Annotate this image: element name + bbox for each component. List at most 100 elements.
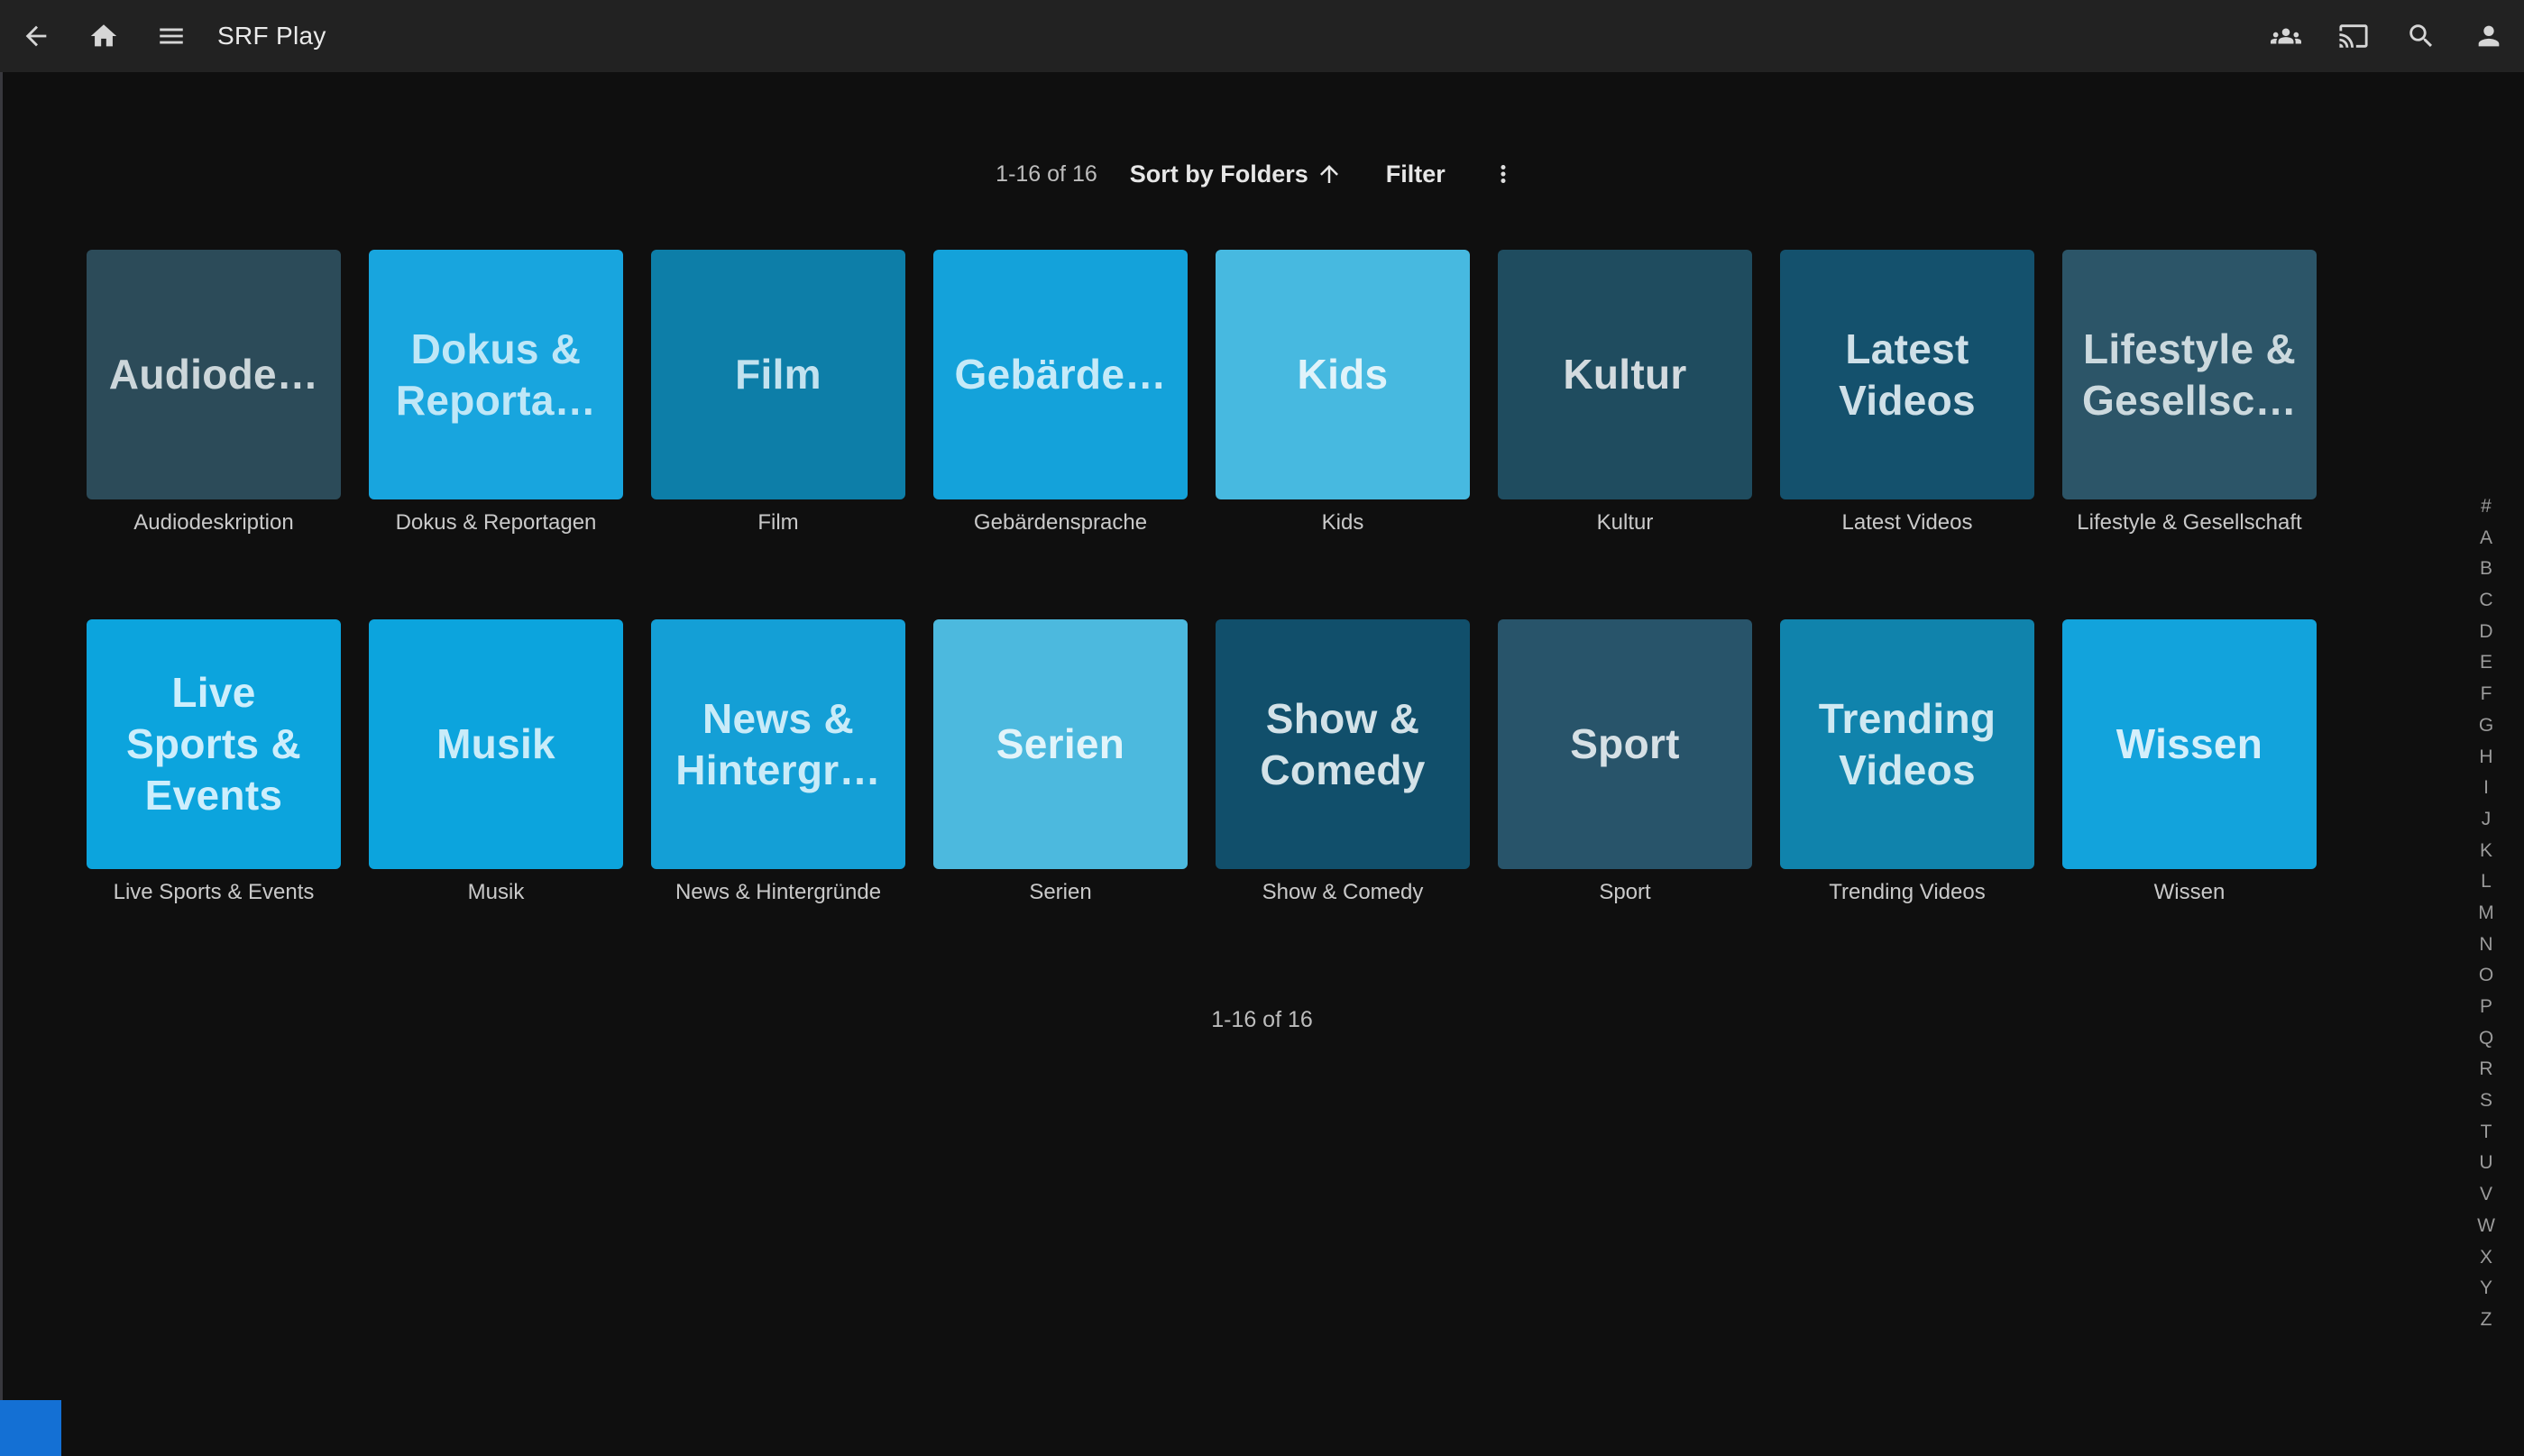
- library-card: SportSport: [1498, 619, 1752, 907]
- folder-card[interactable]: Audiode…: [87, 250, 341, 499]
- folder-card[interactable]: Trending Videos: [1780, 619, 2034, 869]
- alphabet-letter-V[interactable]: V: [2467, 1179, 2505, 1211]
- folder-card-text: Serien: [996, 719, 1124, 770]
- back-button[interactable]: [2, 0, 69, 72]
- folder-card-text: Musik: [436, 719, 555, 770]
- folder-card[interactable]: Show & Comedy: [1216, 619, 1470, 869]
- folder-card-label: Dokus & Reportagen: [369, 510, 623, 537]
- alphabet-letter-U[interactable]: U: [2467, 1148, 2505, 1179]
- paging-status: 1-16 of 16: [996, 161, 1097, 188]
- alphabet-letter-Y[interactable]: Y: [2467, 1273, 2505, 1305]
- library-card: Show & ComedyShow & Comedy: [1216, 619, 1470, 907]
- folder-card-text: Trending Videos: [1819, 693, 1996, 796]
- alphabet-letter-G[interactable]: G: [2467, 710, 2505, 742]
- menu-button[interactable]: [137, 0, 205, 72]
- folder-card-text: Film: [735, 349, 821, 400]
- folder-card[interactable]: Latest Videos: [1780, 250, 2034, 499]
- folder-card-text: Sport: [1570, 719, 1680, 770]
- alphabet-letter-hash[interactable]: #: [2467, 491, 2505, 523]
- folder-card-text: Dokus & Reporta…: [396, 324, 596, 426]
- alphabet-letter-T[interactable]: T: [2467, 1117, 2505, 1149]
- folder-card-text: Audiode…: [109, 349, 318, 400]
- folder-card-text: Lifestyle & Gesellsc…: [2082, 324, 2297, 426]
- folder-card[interactable]: Musik: [369, 619, 623, 869]
- folder-card-text: Kultur: [1563, 349, 1686, 400]
- alphabet-letter-H[interactable]: H: [2467, 742, 2505, 774]
- alphabet-letter-F[interactable]: F: [2467, 679, 2505, 710]
- library-card: Trending Videos Trending Videos: [1780, 619, 2034, 907]
- library-card: Audiode… Audiodeskription: [87, 250, 341, 537]
- folder-card[interactable]: Sport: [1498, 619, 1752, 869]
- folder-card-label: Trending Videos: [1780, 880, 2034, 907]
- cast-button[interactable]: [2319, 0, 2387, 72]
- filter-button[interactable]: Filter: [1375, 155, 1456, 194]
- folder-card-label: Musik: [369, 880, 623, 907]
- user-button[interactable]: [2455, 0, 2522, 72]
- alphabet-letter-B[interactable]: B: [2467, 554, 2505, 585]
- syncplay-button[interactable]: [2252, 0, 2319, 72]
- alphabet-letter-I[interactable]: I: [2467, 773, 2505, 804]
- menu-icon: [156, 21, 187, 51]
- library-card: Dokus & Reporta… Dokus & Reportagen: [369, 250, 623, 537]
- alphabet-letter-Q[interactable]: Q: [2467, 1023, 2505, 1055]
- alphabet-letter-E[interactable]: E: [2467, 647, 2505, 679]
- folder-card[interactable]: Lifestyle & Gesellsc…: [2062, 250, 2317, 499]
- sort-button-label: Sort by Folders: [1130, 160, 1308, 188]
- folder-card[interactable]: News & Hintergr…: [651, 619, 905, 869]
- folder-card-text: Wissen: [2116, 719, 2262, 770]
- alphabet-picker: #ABCDEFGHIJKLMNOPQRSTUVWXYZ: [2467, 491, 2505, 1336]
- alphabet-letter-Z[interactable]: Z: [2467, 1305, 2505, 1336]
- folder-card[interactable]: Wissen: [2062, 619, 2317, 869]
- alphabet-letter-A[interactable]: A: [2467, 523, 2505, 554]
- footer-paging-status: 1-16 of 16: [0, 1007, 2524, 1033]
- folder-card[interactable]: Kids: [1216, 250, 1470, 499]
- cast-icon: [2338, 21, 2369, 51]
- left-scrollbar[interactable]: [0, 72, 3, 1456]
- alphabet-letter-X[interactable]: X: [2467, 1242, 2505, 1274]
- alphabet-letter-P[interactable]: P: [2467, 992, 2505, 1023]
- folder-card-text: News & Hintergr…: [675, 693, 881, 796]
- alphabet-letter-L[interactable]: L: [2467, 866, 2505, 898]
- home-button[interactable]: [69, 0, 137, 72]
- alphabet-letter-M[interactable]: M: [2467, 898, 2505, 929]
- folder-card-label: Serien: [933, 880, 1188, 907]
- more-options-button[interactable]: [1478, 151, 1528, 197]
- alphabet-letter-J[interactable]: J: [2467, 804, 2505, 836]
- folder-card-label: News & Hintergründe: [651, 880, 905, 907]
- alphabet-letter-R[interactable]: R: [2467, 1054, 2505, 1085]
- folder-card[interactable]: Gebärde…: [933, 250, 1188, 499]
- sort-button[interactable]: Sort by Folders: [1119, 155, 1354, 194]
- folder-card[interactable]: Film: [651, 250, 905, 499]
- folder-card-text: Gebärde…: [954, 349, 1166, 400]
- folder-card-label: Audiodeskription: [87, 510, 341, 537]
- folder-card-text: Live Sports & Events: [126, 667, 301, 821]
- folder-card[interactable]: Kultur: [1498, 250, 1752, 499]
- top-bar: SRF Play: [0, 0, 2524, 72]
- library-card: Serien Serien: [933, 619, 1188, 907]
- folder-card[interactable]: Live Sports & Events: [87, 619, 341, 869]
- alphabet-letter-S[interactable]: S: [2467, 1085, 2505, 1117]
- folder-card-text: Kids: [1298, 349, 1389, 400]
- folder-card-text: Show & Comedy: [1260, 693, 1425, 796]
- folder-card-label: Kultur: [1498, 510, 1752, 537]
- folder-card[interactable]: Dokus & Reporta…: [369, 250, 623, 499]
- folder-card[interactable]: Serien: [933, 619, 1188, 869]
- vertical-ellipsis-icon: [1490, 160, 1517, 188]
- alphabet-letter-C[interactable]: C: [2467, 585, 2505, 617]
- alphabet-letter-K[interactable]: K: [2467, 836, 2505, 867]
- arrow-up-icon: [1316, 160, 1343, 188]
- folder-card-label: Latest Videos: [1780, 510, 2034, 537]
- top-bar-left-buttons: [2, 0, 205, 72]
- folder-card-label: Gebärdensprache: [933, 510, 1188, 537]
- library-card: KidsKids: [1216, 250, 1470, 537]
- alphabet-letter-D[interactable]: D: [2467, 617, 2505, 648]
- alphabet-letter-W[interactable]: W: [2467, 1211, 2505, 1242]
- folder-card-label: Live Sports & Events: [87, 880, 341, 907]
- alphabet-letter-O[interactable]: O: [2467, 960, 2505, 992]
- search-button[interactable]: [2387, 0, 2455, 72]
- person-icon: [2474, 21, 2504, 51]
- folder-card-text: Latest Videos: [1839, 324, 1976, 426]
- groups-icon: [2271, 21, 2301, 51]
- toolbar: 1-16 of 16 Sort by Folders Filter: [0, 151, 2524, 197]
- alphabet-letter-N[interactable]: N: [2467, 929, 2505, 961]
